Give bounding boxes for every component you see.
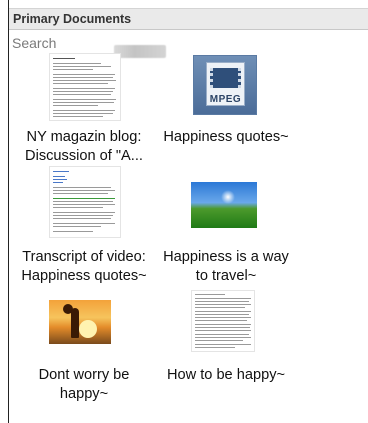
document-label-line-1: Happiness quotes~ xyxy=(163,129,289,145)
document-thumbnail xyxy=(49,166,121,238)
document-label-line-2: Happiness quotes~ xyxy=(21,268,147,284)
mpeg-tag: MPEG xyxy=(209,94,242,105)
document-item-how-to-be-happy[interactable]: How to be happy~ xyxy=(151,290,301,390)
panel-title: Primary Documents xyxy=(13,12,132,26)
landscape-photo-thumbnail xyxy=(191,182,257,228)
primary-documents-panel: Primary Documents NY magazin blog: Discu… xyxy=(0,0,368,423)
mpeg-video-file-icon: MPEG xyxy=(193,55,257,115)
document-item-transcript-of-video[interactable]: Transcript of video: Happiness quotes~ xyxy=(9,166,159,291)
sunset-photo-thumbnail xyxy=(49,300,111,344)
document-label-line-1: How to be happy~ xyxy=(166,367,286,383)
document-label-line-1: Dont worry be xyxy=(38,367,130,383)
document-label-line-2: to travel~ xyxy=(195,268,257,284)
document-label-line-2: happy~ xyxy=(59,386,109,402)
document-label-line-1: NY magazin blog: xyxy=(26,129,142,145)
document-thumbnail xyxy=(191,290,255,352)
document-thumbnail xyxy=(49,53,121,121)
document-item-dont-worry-be-happy[interactable]: Dont worry be happy~ xyxy=(9,296,159,416)
document-item-happiness-is-a-way-to-travel[interactable]: Happiness is a way to travel~ xyxy=(151,180,301,290)
document-label-line-1: Happiness is a way xyxy=(163,249,289,265)
document-label-line-1: Transcript of video: xyxy=(22,249,146,265)
document-label-line-2: Discussion of "A... xyxy=(25,148,143,164)
panel-header: Primary Documents xyxy=(9,8,368,30)
document-item-ny-magazin-blog[interactable]: NY magazin blog: Discussion of "A... xyxy=(9,53,159,178)
document-item-happiness-quotes-video[interactable]: MPEG Happiness quotes~ xyxy=(151,53,301,178)
